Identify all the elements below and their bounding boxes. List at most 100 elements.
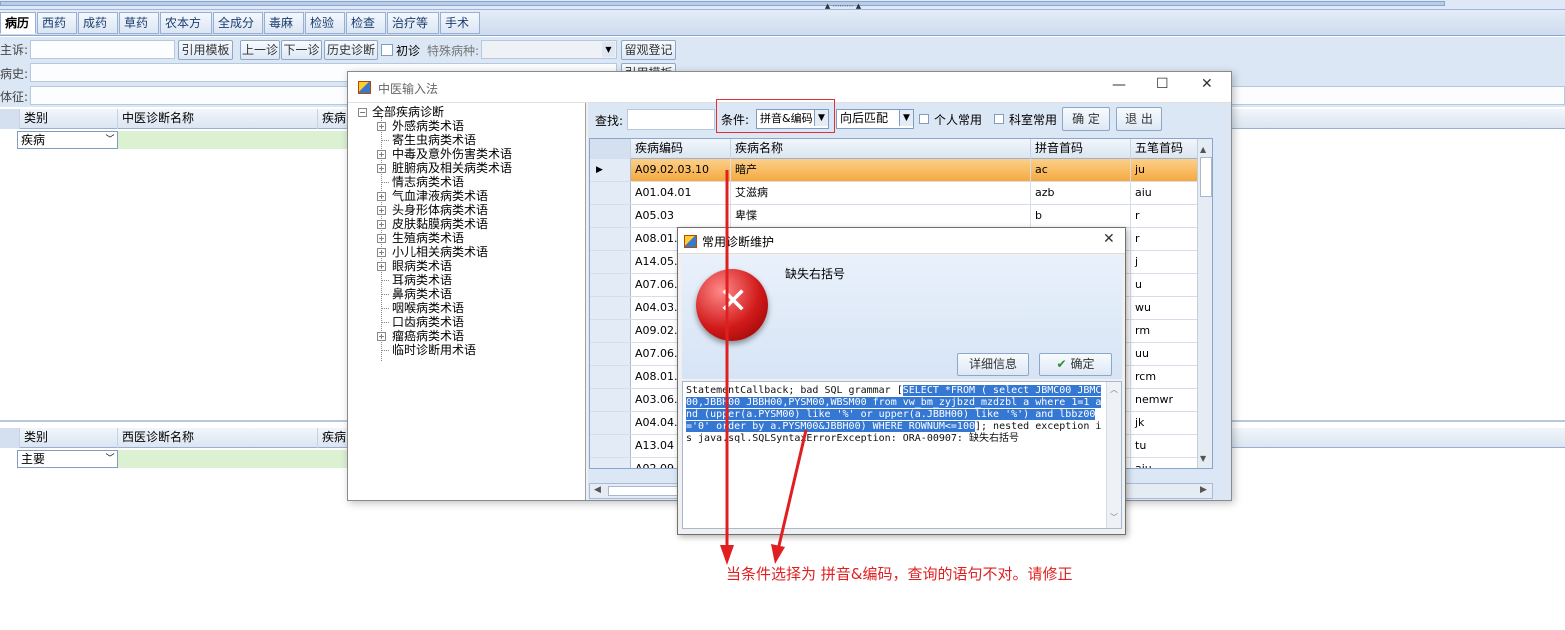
tree-node[interactable]: 口齿病类术语 (392, 315, 464, 329)
h-scrollbar-thumb[interactable] (608, 486, 678, 496)
col-tcm-diagnosis[interactable]: 中医诊断名称 (118, 109, 318, 129)
splitter-grip-icon[interactable]: ▲ ⋯⋯⋯ ▲ (808, 3, 878, 10)
maximize-icon[interactable]: ☐ (1156, 76, 1169, 92)
detail-scrollbar[interactable]: ︿ ﹀ (1106, 382, 1121, 528)
history-diagnosis-button[interactable]: 历史诊断 (324, 40, 378, 60)
top-splitter[interactable] (0, 0, 1565, 10)
select-all-icon[interactable] (590, 139, 631, 159)
tab-8[interactable]: 检查 (346, 12, 386, 34)
chevron-down-icon[interactable]: ▼ (602, 42, 615, 57)
tab-10[interactable]: 手术 (440, 12, 480, 34)
tree-node[interactable]: 生殖病类术语 (392, 231, 464, 245)
special-disease-select[interactable]: ▼ (481, 40, 617, 59)
col-category[interactable]: 类别 (20, 428, 118, 448)
prev-visit-button[interactable]: 上一诊 (240, 40, 280, 60)
result-cell[interactable]: uu (1131, 343, 1201, 365)
confirm-button[interactable]: 确 定 (1062, 107, 1110, 131)
scroll-down-icon[interactable]: ▼ (1200, 454, 1206, 463)
row-header[interactable] (590, 251, 631, 273)
observation-register-button[interactable]: 留观登记 (621, 40, 676, 60)
tree-node[interactable]: 鼻病类术语 (392, 287, 452, 301)
result-cell[interactable]: b (1031, 205, 1131, 227)
result-cell[interactable]: rm (1131, 320, 1201, 342)
dept-common-checkbox[interactable] (994, 114, 1004, 124)
tab-3[interactable]: 草药 (119, 12, 159, 34)
result-cell[interactable]: aiu (1131, 182, 1201, 204)
next-visit-button[interactable]: 下一诊 (281, 40, 322, 60)
details-button[interactable]: 详细信息 (957, 353, 1029, 376)
row-header[interactable] (590, 228, 631, 250)
tab-6[interactable]: 毒麻 (264, 12, 304, 34)
row-header[interactable] (590, 320, 631, 342)
row-header[interactable] (590, 205, 631, 227)
row-header[interactable] (590, 435, 631, 457)
close-icon[interactable]: ✕ (1201, 76, 1213, 92)
tab-2[interactable]: 成药 (78, 12, 118, 34)
result-cell[interactable]: nemwr (1131, 389, 1201, 411)
tab-9[interactable]: 治疗等 (387, 12, 439, 34)
tab-5[interactable]: 全成分 (213, 12, 263, 34)
row-header[interactable] (590, 182, 631, 204)
chevron-down-icon[interactable]: ▼ (899, 110, 913, 126)
tree-node[interactable]: 中毒及意外伤害类术语 (392, 147, 512, 161)
result-row[interactable]: ▶ A09.02.03.10 暗产 ac ju (590, 159, 1212, 182)
chevron-down-icon[interactable]: ▼ (814, 110, 828, 126)
scroll-down-icon[interactable]: ﹀ (1110, 512, 1118, 523)
tree-node[interactable]: 寄生虫病类术语 (392, 133, 476, 147)
western-diagnosis-cell[interactable] (118, 450, 350, 468)
row-header[interactable]: ▶ (590, 159, 631, 181)
row-header[interactable] (590, 343, 631, 365)
top-scrollbar[interactable] (0, 1, 1445, 6)
scroll-right-icon[interactable]: ▶ (1200, 485, 1207, 495)
tree-node[interactable]: 皮肤黏膜病类术语 (392, 217, 488, 231)
scroll-up-icon[interactable]: ▲ (1200, 145, 1206, 154)
collapse-icon[interactable]: − (358, 108, 367, 117)
result-cell[interactable]: azb (1031, 182, 1131, 204)
search-input[interactable] (627, 109, 715, 130)
result-cell[interactable]: rcm (1131, 366, 1201, 388)
result-cell[interactable]: tu (1131, 435, 1201, 457)
tab-1[interactable]: 西药 (37, 12, 77, 34)
result-cell[interactable]: u (1131, 274, 1201, 296)
disease-category-tree[interactable]: − 全部疾病诊断 + 外感病类术语 寄生虫病类术语 + 中毒及意外伤害类术语 + 脏腑病及相关病… (348, 103, 586, 500)
scrollbar-thumb[interactable] (1200, 157, 1212, 197)
tree-node[interactable]: 眼病类术语 (392, 259, 452, 273)
col-pinyin-initials[interactable]: 拼音首码 (1031, 139, 1131, 159)
tree-root[interactable]: 全部疾病诊断 (372, 105, 444, 119)
row-header[interactable] (590, 297, 631, 319)
col-western-diagnosis[interactable]: 西医诊断名称 (118, 428, 318, 448)
scroll-up-icon[interactable]: ︿ (1110, 384, 1118, 395)
row-header[interactable] (590, 412, 631, 434)
row-header[interactable] (590, 458, 631, 468)
chevron-down-icon[interactable]: ﹀ (103, 132, 117, 148)
result-row[interactable]: A05.03 卑惵 b r (590, 205, 1212, 228)
vertical-scrollbar[interactable]: ▲ ▼ (1197, 139, 1212, 468)
ok-button[interactable]: ✔ 确定 (1039, 353, 1112, 376)
close-icon[interactable]: ✕ (1103, 231, 1115, 247)
result-cell[interactable]: jk (1131, 412, 1201, 434)
category-select[interactable]: 主要 ﹀ (17, 450, 118, 468)
chevron-down-icon[interactable]: ﹀ (103, 451, 117, 467)
row-header[interactable] (590, 366, 631, 388)
condition-select[interactable]: 拼音&编码 ▼ (756, 109, 829, 129)
scroll-left-icon[interactable]: ◀ (594, 485, 601, 495)
first-visit-checkbox[interactable] (381, 44, 393, 56)
result-cell[interactable]: ju (1131, 159, 1201, 181)
result-cell[interactable]: ac (1031, 159, 1131, 181)
tree-node[interactable]: 咽喉病类术语 (392, 301, 464, 315)
tcm-diagnosis-cell[interactable] (118, 131, 350, 149)
result-cell[interactable]: r (1131, 205, 1201, 227)
tree-node[interactable]: 脏腑病及相关病类术语 (392, 161, 512, 175)
result-cell[interactable]: j (1131, 251, 1201, 273)
match-mode-select[interactable]: 向后匹配 ▼ (836, 109, 914, 129)
select-all-icon[interactable] (0, 109, 20, 129)
tree-node[interactable]: 耳病类术语 (392, 273, 452, 287)
result-cell[interactable]: wu (1131, 297, 1201, 319)
tree-node[interactable]: 临时诊断用术语 (392, 343, 476, 357)
tree-node[interactable]: 外感病类术语 (392, 119, 464, 133)
row-header[interactable] (590, 274, 631, 296)
category-select[interactable]: 疾病 ﹀ (17, 131, 118, 149)
tab-7[interactable]: 检验 (305, 12, 345, 34)
result-row[interactable]: A01.04.01 艾滋病 azb aiu (590, 182, 1212, 205)
exit-button[interactable]: 退 出 (1116, 107, 1162, 131)
